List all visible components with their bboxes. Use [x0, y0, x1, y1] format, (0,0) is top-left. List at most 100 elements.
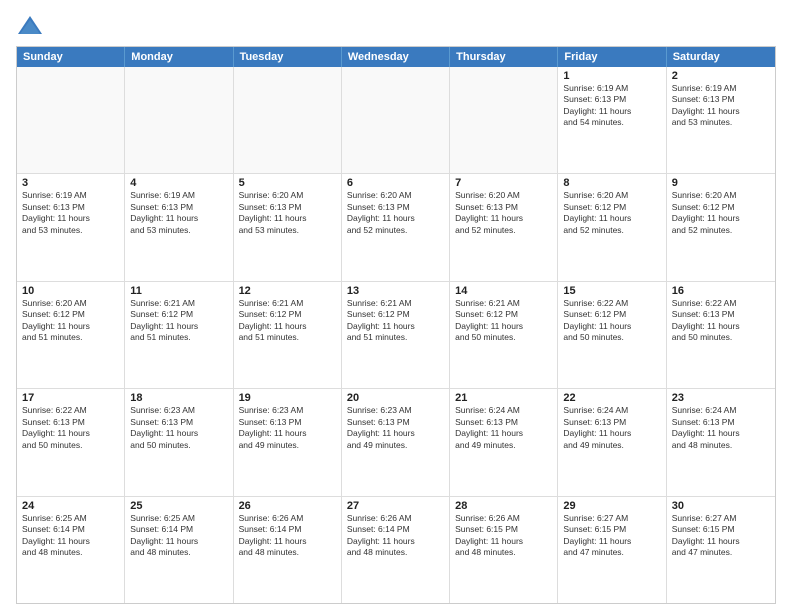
day-cell-6: 6Sunrise: 6:20 AM Sunset: 6:13 PM Daylig…: [342, 174, 450, 280]
day-cell-26: 26Sunrise: 6:26 AM Sunset: 6:14 PM Dayli…: [234, 497, 342, 603]
day-cell-23: 23Sunrise: 6:24 AM Sunset: 6:13 PM Dayli…: [667, 389, 775, 495]
day-cell-22: 22Sunrise: 6:24 AM Sunset: 6:13 PM Dayli…: [558, 389, 666, 495]
day-info: Sunrise: 6:21 AM Sunset: 6:12 PM Dayligh…: [130, 298, 227, 344]
day-info: Sunrise: 6:23 AM Sunset: 6:13 PM Dayligh…: [130, 405, 227, 451]
empty-cell-r0c0: [17, 67, 125, 173]
header-day-thursday: Thursday: [450, 47, 558, 67]
header-day-wednesday: Wednesday: [342, 47, 450, 67]
day-info: Sunrise: 6:26 AM Sunset: 6:14 PM Dayligh…: [347, 513, 444, 559]
day-info: Sunrise: 6:23 AM Sunset: 6:13 PM Dayligh…: [239, 405, 336, 451]
day-info: Sunrise: 6:24 AM Sunset: 6:13 PM Dayligh…: [563, 405, 660, 451]
day-info: Sunrise: 6:22 AM Sunset: 6:13 PM Dayligh…: [22, 405, 119, 451]
day-info: Sunrise: 6:26 AM Sunset: 6:15 PM Dayligh…: [455, 513, 552, 559]
day-number: 11: [130, 285, 227, 297]
page: SundayMondayTuesdayWednesdayThursdayFrid…: [0, 0, 792, 612]
calendar-row-1: 1Sunrise: 6:19 AM Sunset: 6:13 PM Daylig…: [17, 67, 775, 173]
calendar-row-4: 17Sunrise: 6:22 AM Sunset: 6:13 PM Dayli…: [17, 388, 775, 495]
day-number: 22: [563, 392, 660, 404]
day-number: 27: [347, 500, 444, 512]
day-info: Sunrise: 6:20 AM Sunset: 6:12 PM Dayligh…: [563, 190, 660, 236]
day-info: Sunrise: 6:19 AM Sunset: 6:13 PM Dayligh…: [672, 83, 770, 129]
logo-icon: [16, 12, 44, 40]
day-info: Sunrise: 6:20 AM Sunset: 6:12 PM Dayligh…: [22, 298, 119, 344]
day-number: 1: [563, 70, 660, 82]
day-cell-17: 17Sunrise: 6:22 AM Sunset: 6:13 PM Dayli…: [17, 389, 125, 495]
calendar-body: 1Sunrise: 6:19 AM Sunset: 6:13 PM Daylig…: [17, 67, 775, 603]
day-number: 28: [455, 500, 552, 512]
day-info: Sunrise: 6:21 AM Sunset: 6:12 PM Dayligh…: [455, 298, 552, 344]
day-cell-7: 7Sunrise: 6:20 AM Sunset: 6:13 PM Daylig…: [450, 174, 558, 280]
day-cell-30: 30Sunrise: 6:27 AM Sunset: 6:15 PM Dayli…: [667, 497, 775, 603]
day-cell-15: 15Sunrise: 6:22 AM Sunset: 6:12 PM Dayli…: [558, 282, 666, 388]
day-number: 15: [563, 285, 660, 297]
day-info: Sunrise: 6:20 AM Sunset: 6:13 PM Dayligh…: [347, 190, 444, 236]
day-cell-14: 14Sunrise: 6:21 AM Sunset: 6:12 PM Dayli…: [450, 282, 558, 388]
empty-cell-r0c4: [450, 67, 558, 173]
empty-cell-r0c3: [342, 67, 450, 173]
calendar-row-3: 10Sunrise: 6:20 AM Sunset: 6:12 PM Dayli…: [17, 281, 775, 388]
day-number: 21: [455, 392, 552, 404]
day-cell-4: 4Sunrise: 6:19 AM Sunset: 6:13 PM Daylig…: [125, 174, 233, 280]
day-number: 29: [563, 500, 660, 512]
day-cell-21: 21Sunrise: 6:24 AM Sunset: 6:13 PM Dayli…: [450, 389, 558, 495]
day-number: 9: [672, 177, 770, 189]
day-number: 18: [130, 392, 227, 404]
day-number: 19: [239, 392, 336, 404]
header-day-sunday: Sunday: [17, 47, 125, 67]
calendar-header: SundayMondayTuesdayWednesdayThursdayFrid…: [17, 47, 775, 67]
day-info: Sunrise: 6:26 AM Sunset: 6:14 PM Dayligh…: [239, 513, 336, 559]
day-info: Sunrise: 6:19 AM Sunset: 6:13 PM Dayligh…: [130, 190, 227, 236]
header-day-monday: Monday: [125, 47, 233, 67]
day-number: 26: [239, 500, 336, 512]
calendar-row-2: 3Sunrise: 6:19 AM Sunset: 6:13 PM Daylig…: [17, 173, 775, 280]
day-number: 6: [347, 177, 444, 189]
day-info: Sunrise: 6:20 AM Sunset: 6:13 PM Dayligh…: [239, 190, 336, 236]
day-number: 16: [672, 285, 770, 297]
day-number: 3: [22, 177, 119, 189]
header-day-saturday: Saturday: [667, 47, 775, 67]
day-info: Sunrise: 6:22 AM Sunset: 6:12 PM Dayligh…: [563, 298, 660, 344]
day-cell-29: 29Sunrise: 6:27 AM Sunset: 6:15 PM Dayli…: [558, 497, 666, 603]
header-day-tuesday: Tuesday: [234, 47, 342, 67]
day-cell-25: 25Sunrise: 6:25 AM Sunset: 6:14 PM Dayli…: [125, 497, 233, 603]
day-info: Sunrise: 6:21 AM Sunset: 6:12 PM Dayligh…: [347, 298, 444, 344]
day-info: Sunrise: 6:19 AM Sunset: 6:13 PM Dayligh…: [22, 190, 119, 236]
day-cell-27: 27Sunrise: 6:26 AM Sunset: 6:14 PM Dayli…: [342, 497, 450, 603]
day-info: Sunrise: 6:22 AM Sunset: 6:13 PM Dayligh…: [672, 298, 770, 344]
logo: [16, 12, 48, 40]
day-cell-19: 19Sunrise: 6:23 AM Sunset: 6:13 PM Dayli…: [234, 389, 342, 495]
day-info: Sunrise: 6:21 AM Sunset: 6:12 PM Dayligh…: [239, 298, 336, 344]
day-cell-1: 1Sunrise: 6:19 AM Sunset: 6:13 PM Daylig…: [558, 67, 666, 173]
day-info: Sunrise: 6:24 AM Sunset: 6:13 PM Dayligh…: [455, 405, 552, 451]
day-cell-5: 5Sunrise: 6:20 AM Sunset: 6:13 PM Daylig…: [234, 174, 342, 280]
header: [16, 12, 776, 40]
day-number: 10: [22, 285, 119, 297]
day-number: 20: [347, 392, 444, 404]
day-cell-12: 12Sunrise: 6:21 AM Sunset: 6:12 PM Dayli…: [234, 282, 342, 388]
day-info: Sunrise: 6:20 AM Sunset: 6:13 PM Dayligh…: [455, 190, 552, 236]
day-cell-16: 16Sunrise: 6:22 AM Sunset: 6:13 PM Dayli…: [667, 282, 775, 388]
calendar: SundayMondayTuesdayWednesdayThursdayFrid…: [16, 46, 776, 604]
day-number: 13: [347, 285, 444, 297]
calendar-row-5: 24Sunrise: 6:25 AM Sunset: 6:14 PM Dayli…: [17, 496, 775, 603]
day-info: Sunrise: 6:19 AM Sunset: 6:13 PM Dayligh…: [563, 83, 660, 129]
day-number: 30: [672, 500, 770, 512]
day-info: Sunrise: 6:27 AM Sunset: 6:15 PM Dayligh…: [672, 513, 770, 559]
empty-cell-r0c2: [234, 67, 342, 173]
day-number: 2: [672, 70, 770, 82]
header-day-friday: Friday: [558, 47, 666, 67]
day-cell-8: 8Sunrise: 6:20 AM Sunset: 6:12 PM Daylig…: [558, 174, 666, 280]
day-info: Sunrise: 6:27 AM Sunset: 6:15 PM Dayligh…: [563, 513, 660, 559]
day-number: 23: [672, 392, 770, 404]
empty-cell-r0c1: [125, 67, 233, 173]
day-cell-9: 9Sunrise: 6:20 AM Sunset: 6:12 PM Daylig…: [667, 174, 775, 280]
day-cell-18: 18Sunrise: 6:23 AM Sunset: 6:13 PM Dayli…: [125, 389, 233, 495]
day-cell-11: 11Sunrise: 6:21 AM Sunset: 6:12 PM Dayli…: [125, 282, 233, 388]
day-cell-24: 24Sunrise: 6:25 AM Sunset: 6:14 PM Dayli…: [17, 497, 125, 603]
day-number: 14: [455, 285, 552, 297]
day-number: 8: [563, 177, 660, 189]
day-number: 4: [130, 177, 227, 189]
day-info: Sunrise: 6:20 AM Sunset: 6:12 PM Dayligh…: [672, 190, 770, 236]
day-info: Sunrise: 6:25 AM Sunset: 6:14 PM Dayligh…: [22, 513, 119, 559]
day-info: Sunrise: 6:25 AM Sunset: 6:14 PM Dayligh…: [130, 513, 227, 559]
